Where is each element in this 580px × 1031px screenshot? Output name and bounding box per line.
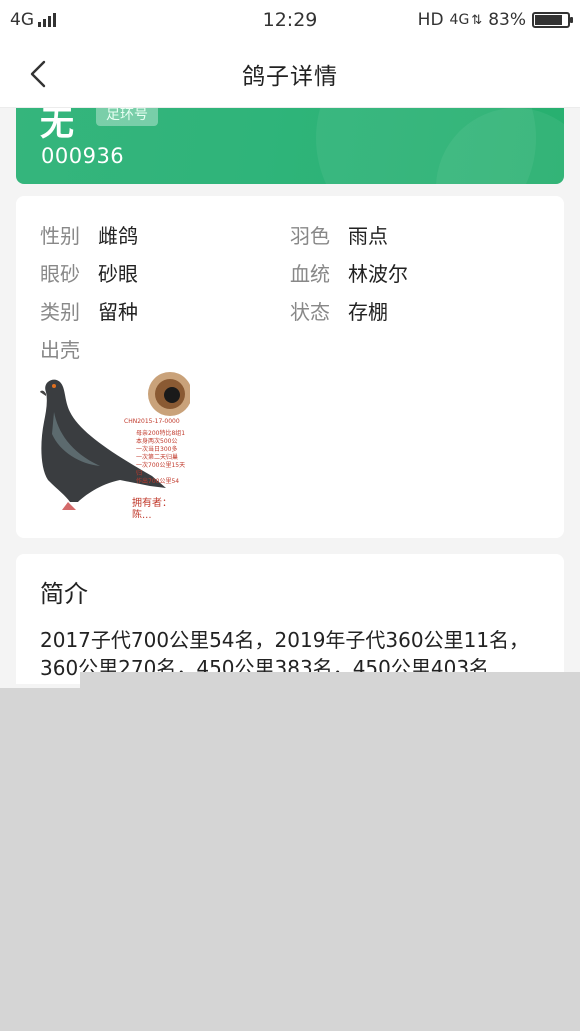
detail-label: 眼砂 (40, 262, 80, 286)
pigeon-photo[interactable]: CHN2015-17-0000 母亲200特比8组1 本身两次500公 一次当日… (40, 372, 190, 518)
title-bar: 鸽子详情 (0, 40, 580, 108)
status-bar: 4G 12:29 HD 4G ⇅ 83% (0, 0, 580, 40)
detail-label: 血统 (290, 262, 330, 286)
detail-color: 羽色 雨点 (290, 220, 388, 249)
detail-row: 眼砂 砂眼 血统 林波尔 (40, 258, 540, 288)
network-label: 4G (10, 10, 34, 30)
photo-ring-caption: CHN2015-17-0000 (124, 418, 180, 425)
chevron-left-icon (30, 60, 46, 88)
photo-caption-line: 作出700公里54 (136, 478, 180, 485)
photo-caption-line: 一次第二天归巢 (136, 454, 179, 461)
detail-value: 雨点 (348, 224, 388, 248)
detail-value: 存棚 (348, 300, 388, 324)
detail-value: 雌鸽 (98, 224, 138, 248)
detail-bloodline: 血统 林波尔 (290, 258, 408, 287)
back-button[interactable] (20, 56, 56, 92)
battery-fill (535, 15, 562, 25)
detail-eye: 眼砂 砂眼 (40, 258, 138, 287)
photo-caption-line: 一次700公里15天归 (136, 462, 186, 477)
pigeon-eye (52, 384, 56, 388)
detail-label: 羽色 (290, 224, 330, 248)
detail-hatch: 出壳 (40, 334, 98, 363)
ring-number: 000936 (41, 144, 125, 168)
overlay-panel (0, 688, 580, 1031)
detail-sex: 性别 雌鸽 (40, 220, 138, 249)
detail-card: 性别 雌鸽 羽色 雨点 眼砂 砂眼 血统 林波尔 类别 留种 状态 存棚 出壳 … (16, 196, 564, 538)
hd-label: HD (417, 10, 444, 30)
pigeon-beak (40, 390, 46, 396)
photo-caption-line: 本身两次500公 (136, 438, 178, 445)
eye-pupil (164, 387, 180, 403)
detail-value: 林波尔 (348, 262, 408, 286)
detail-row: 性别 雌鸽 羽色 雨点 (40, 220, 540, 250)
pigeon-feet (62, 502, 76, 510)
detail-label: 状态 (290, 300, 330, 324)
status-right: HD 4G ⇅ 83% (417, 10, 573, 30)
detail-value: 砂眼 (98, 262, 138, 286)
photo-caption-line: 母亲200特比8组1 (136, 430, 186, 437)
detail-label: 类别 (40, 300, 80, 324)
page-title: 鸽子详情 (242, 63, 338, 90)
photo-owner: 拥有者：陈... (132, 498, 172, 518)
data-arrows-icon: ⇅ (471, 12, 483, 28)
battery-percent: 83% (488, 10, 526, 30)
intro-title: 简介 (40, 580, 88, 608)
network-right-label: 4G (449, 12, 470, 28)
detail-label: 性别 (40, 224, 80, 248)
status-left: 4G (10, 10, 56, 30)
detail-value: 留种 (98, 300, 138, 324)
battery-icon (532, 12, 573, 28)
photo-caption-line: 一次当日300多 (136, 446, 178, 453)
detail-status: 状态 存棚 (290, 296, 388, 325)
detail-row: 类别 留种 状态 存棚 (40, 296, 540, 326)
detail-label: 出壳 (40, 338, 80, 362)
detail-row: 出壳 (40, 334, 540, 364)
signal-icon (38, 13, 56, 27)
intro-card: 简介 2017子代700公里54名，2019年子代360公里11名，360公里2… (16, 554, 564, 684)
detail-category: 类别 留种 (40, 296, 138, 325)
